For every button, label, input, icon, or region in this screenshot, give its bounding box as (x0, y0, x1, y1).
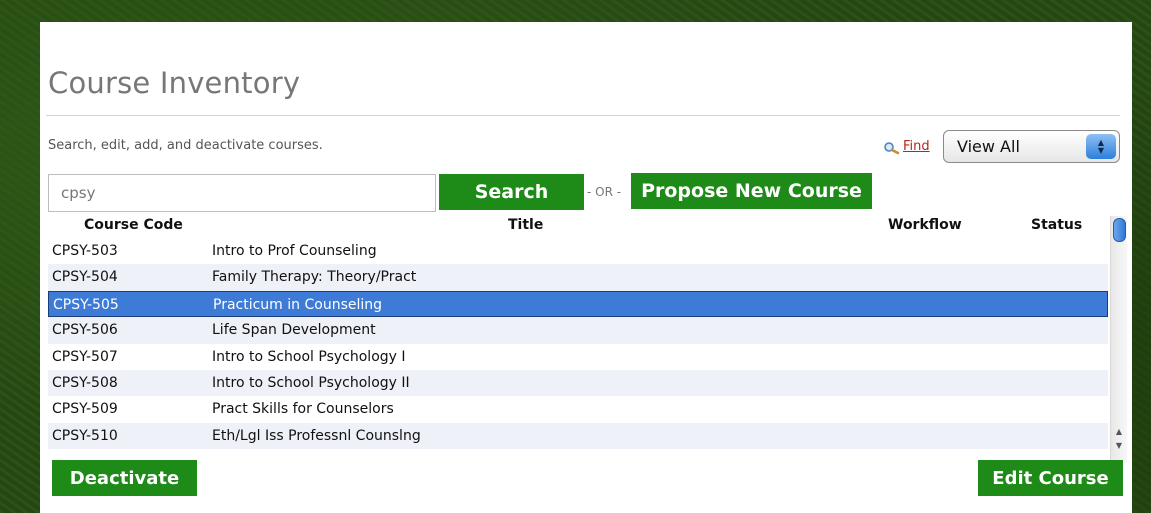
cell-title: Intro to School Psychology II (212, 374, 410, 391)
header-status[interactable]: Status (1031, 217, 1082, 233)
cell-course-code: CPSY-509 (52, 401, 118, 418)
table-row[interactable]: CPSY-503 Intro to Prof Counseling (48, 238, 1108, 264)
search-input[interactable] (48, 174, 436, 212)
cell-course-code: CPSY-504 (52, 269, 118, 286)
title-divider (46, 115, 1120, 116)
table-row[interactable]: CPSY-509 Pract Skills for Counselors (48, 396, 1108, 422)
or-separator: - OR - (587, 185, 622, 199)
cell-course-code: CPSY-506 (52, 322, 118, 339)
page-title: Course Inventory (48, 66, 301, 100)
edit-course-button[interactable]: Edit Course (978, 460, 1123, 496)
table-row-selected[interactable]: CPSY-505 Practicum in Counseling (48, 290, 1108, 318)
magnifier-icon (883, 140, 901, 154)
view-filter-select[interactable]: View All ▲ ▼ (943, 130, 1120, 163)
cell-course-code: CPSY-510 (52, 427, 118, 444)
find-label: Find (903, 139, 930, 154)
cell-course-code: CPSY-508 (52, 374, 118, 391)
cell-title: Practicum in Counseling (213, 296, 383, 313)
course-inventory-panel: Course Inventory Search, edit, add, and … (40, 22, 1132, 513)
find-link[interactable]: Find (883, 139, 930, 154)
scroll-up-arrow-icon[interactable]: ▲ (1111, 426, 1127, 438)
table-row[interactable]: CPSY-504 Family Therapy: Theory/Pract (48, 264, 1108, 291)
cell-title: Eth/Lgl Iss Professnl Counslng (212, 427, 421, 444)
scroll-down-arrow-icon[interactable]: ▼ (1111, 440, 1127, 452)
table-row[interactable]: CPSY-510 Eth/Lgl Iss Professnl Counslng (48, 422, 1108, 450)
table-scrollbar[interactable]: ▲ ▼ (1110, 216, 1127, 462)
propose-new-course-button[interactable]: Propose New Course (631, 173, 872, 209)
cell-title: Intro to Prof Counseling (212, 243, 377, 259)
page-subtitle: Search, edit, add, and deactivate course… (48, 138, 323, 153)
table-header: Course Code Title Workflow Status (48, 216, 1108, 238)
header-workflow[interactable]: Workflow (888, 217, 962, 233)
scrollbar-thumb[interactable] (1113, 218, 1126, 242)
cell-title: Intro to School Psychology I (212, 348, 406, 365)
cell-course-code: CPSY-505 (53, 296, 119, 313)
cell-title: Life Span Development (212, 322, 376, 339)
table-row[interactable]: CPSY-507 Intro to School Psychology I (48, 344, 1108, 370)
header-course-code[interactable]: Course Code (84, 217, 183, 233)
cell-title: Family Therapy: Theory/Pract (212, 269, 417, 286)
cell-course-code: CPSY-507 (52, 348, 118, 365)
cell-title: Pract Skills for Counselors (212, 401, 394, 418)
deactivate-button[interactable]: Deactivate (52, 460, 197, 496)
header-title[interactable]: Title (508, 217, 543, 233)
view-filter-value: View All (957, 137, 1020, 156)
table-row[interactable]: CPSY-506 Life Span Development (48, 317, 1108, 344)
course-table: CPSY-503 Intro to Prof Counseling CPSY-5… (48, 238, 1108, 450)
up-down-arrows-icon: ▲ ▼ (1086, 134, 1116, 159)
cell-course-code: CPSY-503 (52, 243, 118, 259)
search-button[interactable]: Search (439, 174, 584, 210)
table-row[interactable]: CPSY-508 Intro to School Psychology II (48, 369, 1108, 397)
